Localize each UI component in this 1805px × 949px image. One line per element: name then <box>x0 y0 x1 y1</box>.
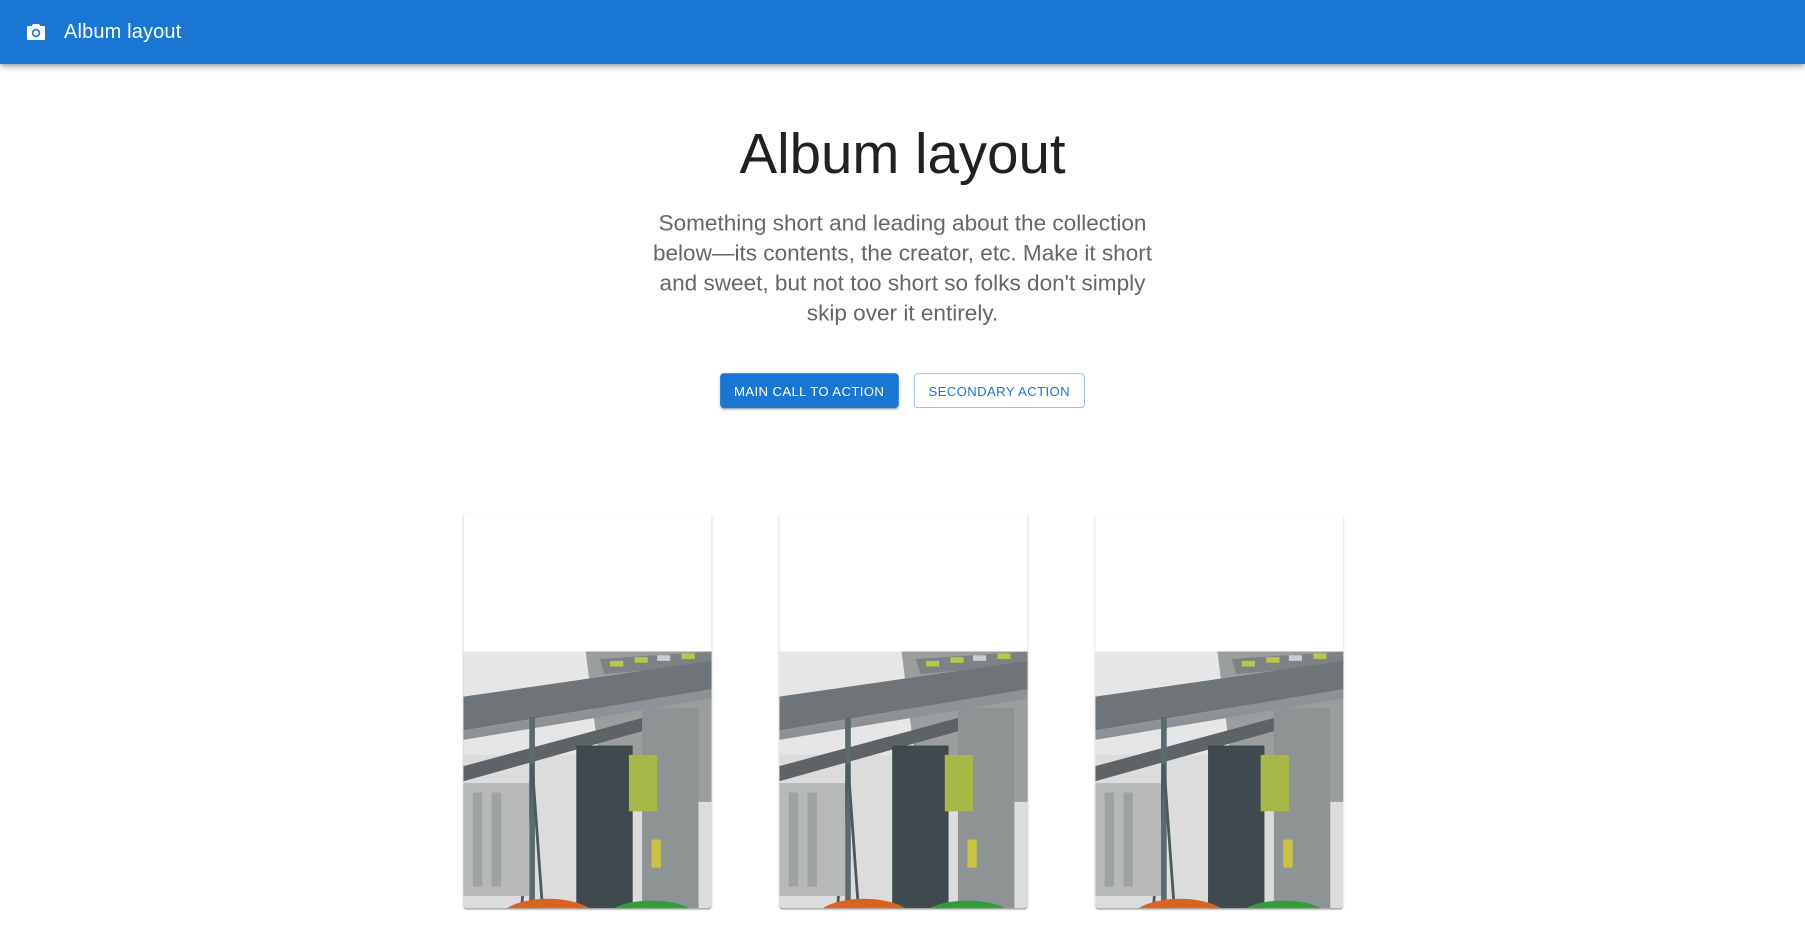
album-card[interactable] <box>1095 513 1344 909</box>
card-image <box>1095 651 1344 909</box>
camera-icon <box>24 20 48 44</box>
card-image <box>779 651 1028 909</box>
app-title: Album layout <box>64 20 182 43</box>
secondary-action-button[interactable]: Secondary action <box>913 373 1086 409</box>
hero-actions: Main call to action Secondary action <box>0 373 1805 409</box>
page-content: Album layout Something short and leading… <box>0 0 1805 949</box>
album-card[interactable] <box>463 513 712 909</box>
app-bar: Album layout <box>0 0 1805 64</box>
album-card[interactable] <box>779 513 1028 909</box>
page-title: Album layout <box>739 122 1066 186</box>
main-call-to-action-button[interactable]: Main call to action <box>719 373 899 409</box>
page-subtitle: Something short and leading about the co… <box>652 210 1153 327</box>
card-image <box>463 651 712 909</box>
